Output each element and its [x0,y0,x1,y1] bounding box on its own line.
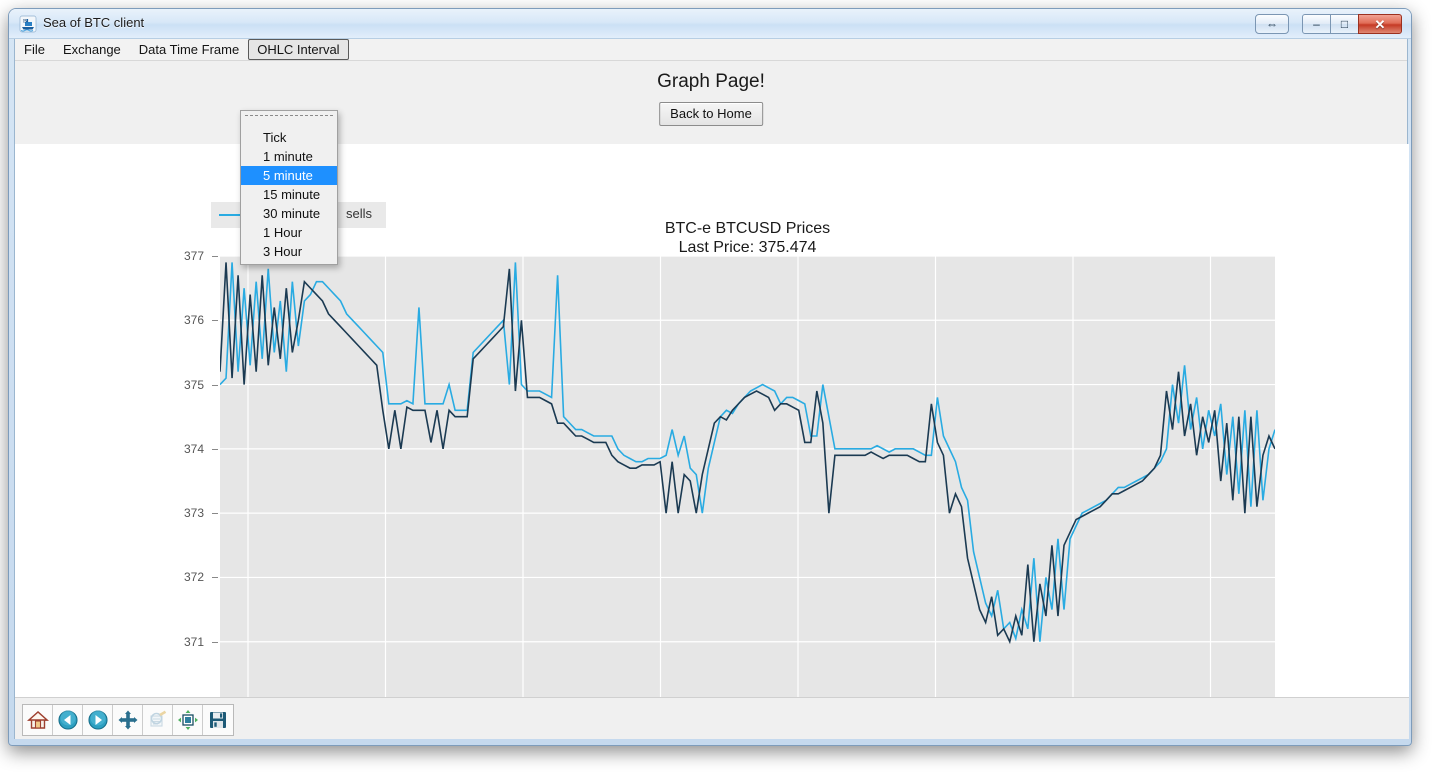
matplotlib-figure: BTC-e BTCUSD Prices Last Price: 375.474 … [15,144,1409,697]
y-tick-mark [212,385,218,386]
window-title: Sea of BTC client [43,15,144,30]
tearoff-handle[interactable] [245,115,333,125]
series-buys [220,262,1275,641]
dropdown-item-5-minute[interactable]: 5 minute [241,166,337,185]
help-arrows-icon: ⇔ [1256,15,1288,33]
window-close-button[interactable]: ✕ [1358,14,1402,34]
forward-arrow-icon[interactable] [83,705,113,735]
back-to-home-button[interactable]: Back to Home [659,102,763,126]
legend-label-sells: sells [346,206,372,221]
ship-icon: B [19,15,37,33]
zoom-rect-icon[interactable] [143,705,173,735]
page-title: Graph Page! [15,71,1407,93]
minimize-icon: – [1303,15,1330,33]
dropdown-item-tick[interactable]: Tick [241,128,337,147]
save-floppy-icon[interactable] [203,705,233,735]
window-help-button[interactable]: ⇔ [1255,14,1289,34]
plot-area [220,256,1275,706]
dropdown-item-1-minute[interactable]: 1 minute [241,147,337,166]
menu-data-time-frame[interactable]: Data Time Frame [130,39,248,60]
menu-ohlc-interval[interactable]: OHLC Interval [248,39,348,60]
dropdown-item-15-minute[interactable]: 15 minute [241,185,337,204]
navigation-toolbar [15,697,1409,739]
y-tick-label: 374 [164,442,204,456]
close-icon: ✕ [1359,15,1401,33]
ohlc-interval-dropdown: Tick 1 minute 5 minute 15 minute 30 minu… [240,110,338,265]
configure-subplots-icon[interactable] [173,705,203,735]
y-tick-label: 377 [164,249,204,263]
application-window: B Sea of BTC client ⇔ – □ ✕ File Exchang… [8,8,1412,746]
y-tick-mark [212,320,218,321]
menubar: File Exchange Data Time Frame OHLC Inter… [15,39,1407,61]
y-tick-label: 376 [164,313,204,327]
back-arrow-icon[interactable] [53,705,83,735]
series-sells [220,262,1275,641]
y-tick-label: 373 [164,506,204,520]
price-line-chart [220,256,1275,706]
home-icon[interactable] [23,705,53,735]
window-titlebar[interactable]: B Sea of BTC client ⇔ – □ ✕ [9,9,1411,39]
y-tick-mark [212,449,218,450]
series-lines [220,262,1275,641]
desktop-background: B Sea of BTC client ⇔ – □ ✕ File Exchang… [0,0,1432,774]
page-header: Graph Page! Back to Home [15,61,1407,144]
window-minimize-button[interactable]: – [1302,14,1331,34]
menu-exchange[interactable]: Exchange [54,39,130,60]
dropdown-item-3-hour[interactable]: 3 Hour [241,242,337,261]
dropdown-item-1-hour[interactable]: 1 Hour [241,223,337,242]
chart-subtitle: Last Price: 375.474 [220,239,1275,257]
y-tick-mark [212,513,218,514]
dropdown-item-30-minute[interactable]: 30 minute [241,204,337,223]
svg-text:B: B [23,19,27,25]
menu-file[interactable]: File [15,39,54,60]
window-client-area: File Exchange Data Time Frame OHLC Inter… [14,39,1408,739]
gridlines [220,256,1275,706]
pan-move-icon[interactable] [113,705,143,735]
y-tick-label: 375 [164,378,204,392]
y-tick-label: 372 [164,570,204,584]
maximize-icon: □ [1331,15,1358,33]
y-tick-label: 371 [164,635,204,649]
page-content: Graph Page! Back to Home BTC-e BTCUSD Pr… [15,61,1407,739]
y-tick-mark [212,642,218,643]
window-maximize-button[interactable]: □ [1330,14,1359,34]
y-tick-mark [212,577,218,578]
y-tick-mark [212,256,218,257]
